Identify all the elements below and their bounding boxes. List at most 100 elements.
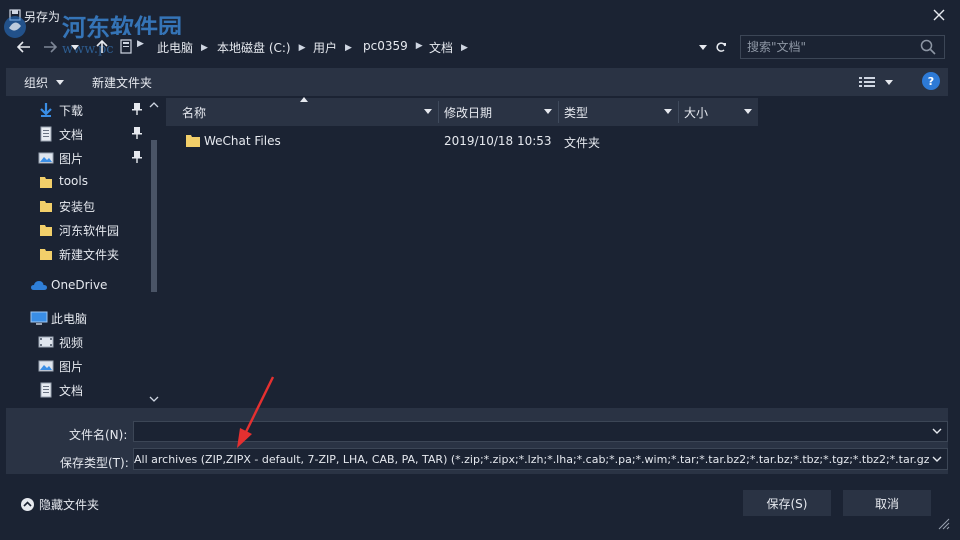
recent-locations-button[interactable]: [68, 37, 82, 57]
folder-icon: [38, 198, 54, 214]
document-icon: [38, 382, 54, 398]
breadcrumb-item[interactable]: 此电脑 ▶: [157, 39, 208, 56]
navigation-scrollbar[interactable]: [148, 98, 160, 408]
close-button[interactable]: [928, 4, 950, 26]
nav-item-downloads[interactable]: 下载: [6, 98, 151, 122]
filename-label: 文件名(N):: [69, 428, 128, 442]
nav-item-onedrive[interactable]: OneDrive: [6, 274, 151, 298]
nav-item-pictures[interactable]: 图片: [6, 146, 151, 170]
column-header-type[interactable]: 类型: [559, 98, 678, 126]
nav-item-installers[interactable]: 安装包: [6, 194, 151, 218]
chevron-right-icon: ▶: [137, 39, 144, 49]
filename-dropdown-button[interactable]: [932, 426, 942, 436]
resize-grip-icon[interactable]: [938, 518, 950, 530]
download-arrow-icon: [38, 102, 54, 118]
filetype-label: 保存类型(T):: [60, 456, 129, 470]
search-box[interactable]: [740, 35, 945, 59]
chevron-up-icon: [149, 102, 159, 108]
column-header-modified[interactable]: 修改日期: [439, 98, 558, 126]
address-history-button[interactable]: [693, 37, 713, 57]
search-input[interactable]: [747, 39, 917, 55]
details-view-icon: [859, 77, 875, 87]
chevron-down-icon: [424, 109, 432, 114]
chevron-right-icon: ▶: [298, 42, 306, 53]
chevron-down-icon: [56, 80, 65, 85]
arrow-right-icon: [44, 41, 57, 53]
nav-item-new-folder[interactable]: 新建文件夹: [6, 242, 151, 266]
close-icon: [933, 9, 945, 21]
hide-folders-button[interactable]: 隐藏文件夹: [20, 496, 99, 513]
chevron-down-icon: [71, 44, 79, 50]
cloud-icon: [30, 278, 47, 294]
column-header-size[interactable]: 大小: [679, 98, 758, 126]
table-row[interactable]: WeChat Files 2019/10/18 10:53 文件夹: [176, 130, 696, 152]
save-fields-panel: 文件名(N): 保存类型(T): All archives (ZIP,ZIPX …: [6, 408, 948, 474]
arrow-up-icon: [96, 40, 108, 53]
pin-icon[interactable]: [132, 103, 142, 115]
chevron-up-circle-icon: [21, 498, 34, 511]
chevron-down-icon: [544, 109, 552, 114]
computer-icon: [119, 39, 133, 55]
up-button[interactable]: [92, 37, 112, 57]
refresh-icon: [716, 42, 726, 52]
address-bar[interactable]: ▶ 此电脑 ▶ 本地磁盘 (C:) ▶ 用户 ▶ pc0359 ▶ 文档 ▶: [113, 35, 732, 59]
organize-button[interactable]: 组织: [24, 74, 65, 91]
annotation-arrow-icon: [232, 374, 278, 452]
pin-icon[interactable]: [132, 151, 142, 163]
folder-icon: [38, 174, 54, 190]
folder-icon: [38, 246, 54, 262]
picture-icon: [38, 358, 54, 374]
breadcrumb-item[interactable]: 用户 ▶: [313, 39, 352, 56]
navigation-pane: 下载 文档 图片 tools 安装包 河东软件园 新建文件夹 OneDrive …: [6, 98, 161, 408]
breadcrumb-item[interactable]: 文档 ▶: [429, 39, 468, 56]
nav-item-this-pc[interactable]: 此电脑: [6, 306, 151, 330]
cancel-button[interactable]: 取消: [843, 490, 931, 516]
folder-icon: [185, 133, 201, 149]
help-button[interactable]: ?: [922, 72, 940, 90]
new-folder-button[interactable]: 新建文件夹: [92, 74, 152, 91]
column-header-name[interactable]: 名称: [166, 98, 438, 126]
nav-item-videos[interactable]: 视频: [6, 330, 151, 354]
back-button[interactable]: [14, 37, 34, 57]
scroll-down-button[interactable]: [148, 394, 160, 404]
nav-item-documents[interactable]: 文档: [6, 122, 151, 146]
folder-icon: [38, 222, 54, 238]
chevron-down-icon: [699, 44, 707, 50]
breadcrumb-item[interactable]: pc0359 ▶: [363, 39, 423, 53]
save-button[interactable]: 保存(S): [743, 490, 831, 516]
scrollbar-thumb[interactable]: [151, 140, 157, 292]
document-icon: [38, 126, 54, 142]
nav-item-pc-documents[interactable]: 文档: [6, 378, 151, 402]
file-name: WeChat Files: [204, 134, 281, 148]
video-icon: [38, 334, 54, 350]
breadcrumb-item[interactable]: 本地磁盘 (C:) ▶: [217, 39, 306, 56]
pin-icon[interactable]: [132, 127, 142, 139]
search-icon[interactable]: [920, 39, 936, 55]
column-header-row: 名称 修改日期 类型 大小: [166, 97, 758, 126]
chevron-right-icon: ▶: [201, 42, 208, 53]
chevron-right-icon: ▶: [345, 42, 352, 53]
chevron-right-icon: ▶: [461, 42, 468, 53]
nav-item-tools[interactable]: tools: [6, 170, 151, 194]
filetype-value: All archives (ZIP,ZIPX - default, 7-ZIP,…: [134, 453, 929, 466]
chevron-down-icon: [932, 456, 942, 462]
forward-button[interactable]: [40, 37, 60, 57]
chevron-down-icon: [885, 79, 893, 85]
filetype-dropdown-button[interactable]: [932, 454, 942, 464]
picture-icon: [38, 150, 54, 166]
nav-item-hedong[interactable]: 河东软件园: [6, 218, 151, 242]
scroll-up-button[interactable]: [148, 100, 160, 110]
breadcrumb-root-chevron[interactable]: ▶: [137, 39, 144, 49]
window-title: 另存为: [24, 10, 61, 24]
nav-item-pc-pictures[interactable]: 图片: [6, 354, 151, 378]
refresh-button[interactable]: [711, 37, 731, 57]
view-options-button[interactable]: [859, 72, 903, 92]
file-list: 名称 修改日期 类型 大小 WeChat Files 2019/10/18 10…: [166, 97, 948, 408]
chevron-right-icon: ▶: [415, 41, 423, 51]
arrow-left-icon: [17, 41, 30, 53]
chevron-down-icon: [664, 109, 672, 114]
file-type: 文件夹: [564, 136, 601, 150]
file-modified: 2019/10/18 10:53: [444, 134, 552, 148]
chevron-down-icon: [744, 109, 752, 114]
chevron-down-icon: [932, 428, 942, 434]
